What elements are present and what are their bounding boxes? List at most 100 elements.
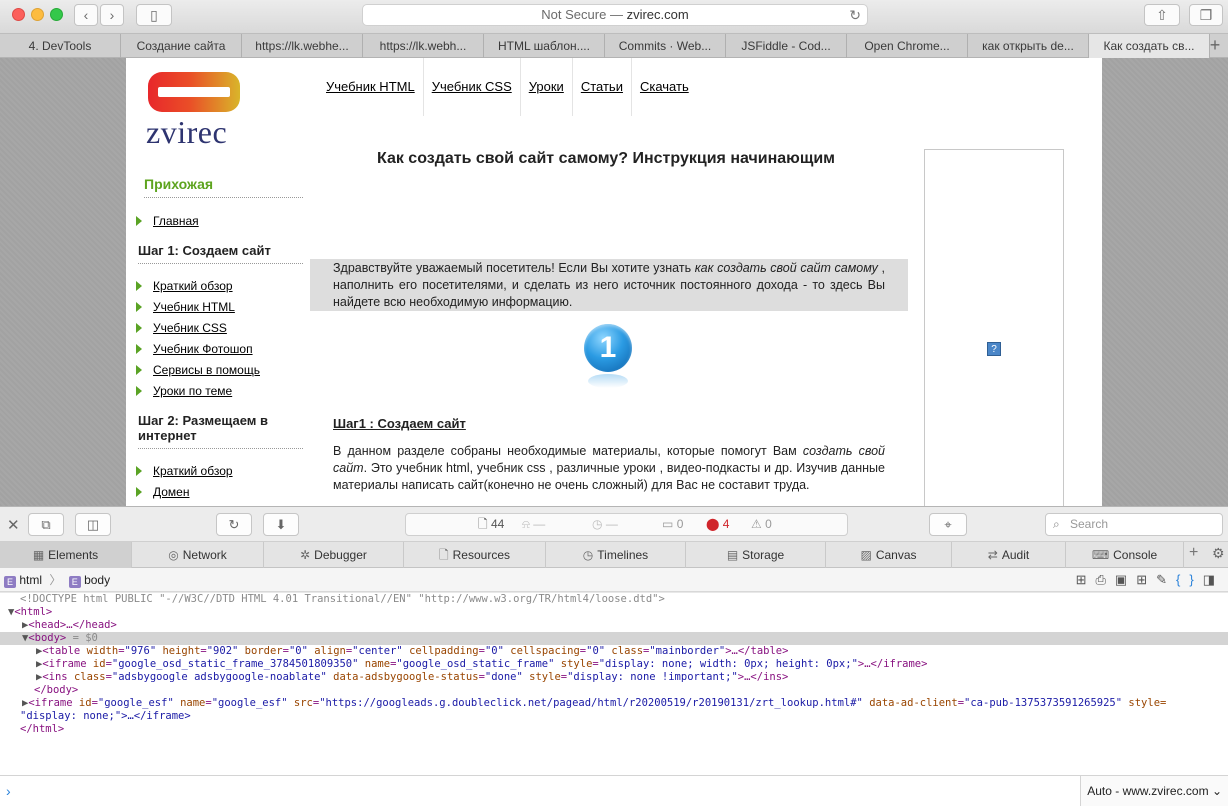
resources-icon: 🗋 (438, 548, 449, 562)
sidebar-heading: Шаг 1: Создаем сайт (138, 243, 303, 264)
window-close-button[interactable] (12, 8, 25, 21)
dom-doctype[interactable]: <!DOCTYPE html PUBLIC "-//W3C//DTD HTML … (0, 593, 1228, 606)
browser-tab[interactable]: как открыть de... (968, 34, 1089, 58)
crosshair-icon: ⌖ (944, 517, 952, 532)
nav-lessons[interactable]: Уроки (521, 58, 573, 116)
nav-css-tutorial[interactable]: Учебник CSS (424, 58, 521, 116)
browser-tab[interactable]: Создание сайта (121, 34, 242, 58)
inspector-search[interactable]: ⌕ Search (1045, 513, 1223, 536)
step-number-icon: 1 (584, 324, 632, 372)
arrow-right-icon (136, 302, 142, 312)
browser-tab[interactable]: JSFiddle - Cod... (726, 34, 847, 58)
layers-icon[interactable]: ⊞ (1076, 572, 1096, 587)
tab-resources[interactable]: 🗋 Resources (404, 542, 546, 568)
sidebar-link[interactable]: Учебник Фотошоп (136, 339, 316, 360)
log-count[interactable]: ▭ 0 (662, 514, 683, 535)
error-count[interactable]: ⬤ 4 (706, 514, 729, 535)
nav-articles[interactable]: Статьи (573, 58, 632, 116)
reload-page-button[interactable]: ↻ (216, 513, 252, 536)
element-icon: E (68, 576, 81, 588)
sidebar-link[interactable]: Сервисы в помощь (136, 360, 316, 381)
browser-tab[interactable]: 4. DevTools (0, 34, 121, 58)
sidebar-link[interactable]: Краткий обзор (136, 461, 316, 482)
breadcrumb-html[interactable]: E html (4, 573, 42, 588)
warning-count[interactable]: ⚠ 0 (751, 514, 772, 535)
dom-iframe-osd[interactable]: ▶<iframe id="google_osd_static_frame_378… (0, 658, 1228, 671)
nav-html-tutorial[interactable]: Учебник HTML (318, 58, 424, 116)
sidebar-link[interactable]: Главная (136, 211, 316, 232)
load-time[interactable]: ◷ — (592, 514, 618, 535)
window-minimize-button[interactable] (31, 8, 44, 21)
dom-body-close[interactable]: </body> (0, 684, 1228, 697)
arrow-right-icon (136, 216, 142, 226)
brush-icon[interactable]: ✎ (1156, 572, 1176, 587)
sidebar-button[interactable]: ▯ (136, 4, 172, 26)
tab-elements[interactable]: ▦ Elements (0, 542, 132, 568)
forward-button[interactable]: › (100, 4, 124, 26)
sidebar-link[interactable]: Домен (136, 482, 316, 503)
address-bar[interactable]: Not Secure — zvirec.com ↻ (362, 4, 868, 26)
grid-icon[interactable]: ⊞ (1136, 572, 1156, 587)
dom-html-open[interactable]: ▼<html> (0, 606, 1228, 619)
chevron-right-icon: › (109, 7, 115, 23)
new-tab-button[interactable]: + (1204, 34, 1226, 58)
dom-html-close[interactable]: </html> (0, 723, 1228, 736)
ad-frame[interactable]: ? (924, 149, 1064, 506)
add-tab-icon[interactable]: + (1189, 544, 1198, 562)
execution-context-select[interactable]: Auto - www.zvirec.com ⌄ (1080, 776, 1228, 806)
dock-side-button[interactable]: ◫ (75, 513, 111, 536)
browser-tab[interactable]: https://lk.webh... (363, 34, 484, 58)
dock-button[interactable]: ⧉ (28, 513, 64, 536)
tab-bar: 4. DevTools Создание сайта https://lk.we… (0, 34, 1228, 58)
tab-audit[interactable]: ⇄ Audit (952, 542, 1066, 568)
browser-tab[interactable]: Commits · Web... (605, 34, 726, 58)
resources-count[interactable]: 🗋 44 (478, 514, 504, 535)
console-prompt-bar[interactable]: › Auto - www.zvirec.com ⌄ (0, 775, 1228, 806)
tab-storage[interactable]: ▤ Storage (686, 542, 826, 568)
step-heading[interactable]: Шаг1 : Создаем сайт (333, 416, 466, 431)
dom-iframe-esf-wrap[interactable]: "display: none;">…</iframe> (0, 710, 1228, 723)
sidebar-link[interactable]: Краткий обзор (136, 276, 316, 297)
tabs-overview-icon: ❐ (1199, 7, 1213, 23)
tab-network[interactable]: ◎ Network (132, 542, 264, 568)
share-button[interactable]: ⇧ (1144, 4, 1180, 26)
browser-tab[interactable]: Open Chrome... (847, 34, 968, 58)
breadcrumb-body[interactable]: E body (68, 573, 110, 588)
sidebar-heading: Прихожая (144, 176, 303, 198)
tab-timelines[interactable]: ◷ Timelines (546, 542, 686, 568)
sidebar-link[interactable]: Уроки по теме (136, 381, 316, 402)
composite-icon[interactable]: ▣ (1115, 572, 1136, 587)
dom-head[interactable]: ▶<head>…</head> (0, 619, 1228, 632)
browser-tab[interactable]: https://lk.webhe... (242, 34, 363, 58)
dom-table[interactable]: ▶<table width="976" height="902" border=… (0, 645, 1228, 658)
tab-canvas[interactable]: ▨ Canvas (826, 542, 952, 568)
dom-ins-ads[interactable]: ▶<ins class="adsbygoogle adsbygoogle-noa… (0, 671, 1228, 684)
logo-text: zvirec (146, 114, 228, 150)
sidebar-link[interactable]: Учебник CSS (136, 318, 316, 339)
dom-breadcrumb: E html 〉 E body ⊞⎙▣⊞✎{}◨ (0, 568, 1228, 592)
print-icon[interactable]: ⎙ (1096, 572, 1115, 587)
resource-size[interactable]: ⍾ — (522, 514, 545, 535)
dom-iframe-esf[interactable]: ▶<iframe id="google_esf" name="google_es… (0, 697, 1228, 710)
tab-debugger[interactable]: ✲ Debugger (264, 542, 404, 568)
tab-console[interactable]: ⌨ Console (1066, 542, 1184, 568)
site-logo[interactable]: zvirec (146, 72, 242, 150)
dom-body-open[interactable]: ▼<body> = $0 (0, 632, 1228, 645)
browser-tab[interactable]: HTML шаблон.... (484, 34, 605, 58)
panel-icon[interactable]: ◨ (1203, 572, 1224, 587)
window-zoom-button[interactable] (50, 8, 63, 21)
braces-icon[interactable]: {} (1176, 572, 1203, 587)
browser-tab-active[interactable]: Как создать св... (1089, 34, 1210, 58)
nav-download[interactable]: Скачать (632, 58, 697, 116)
reload-icon[interactable]: ↻ (849, 5, 861, 25)
storage-icon: ▤ (726, 548, 739, 562)
settings-gear-icon[interactable]: ⚙ (1212, 545, 1225, 562)
element-picker-button[interactable]: ⌖ (929, 513, 967, 536)
error-icon: ⬤ (706, 517, 720, 531)
sidebar-link[interactable]: Учебник HTML (136, 297, 316, 318)
tabs-overview-button[interactable]: ❐ (1189, 4, 1223, 26)
back-button[interactable]: ‹ (74, 4, 98, 26)
console-prompt-icon: › (6, 783, 11, 799)
download-archive-button[interactable]: ⬇ (263, 513, 299, 536)
close-inspector-icon[interactable]: ✕ (7, 516, 20, 534)
